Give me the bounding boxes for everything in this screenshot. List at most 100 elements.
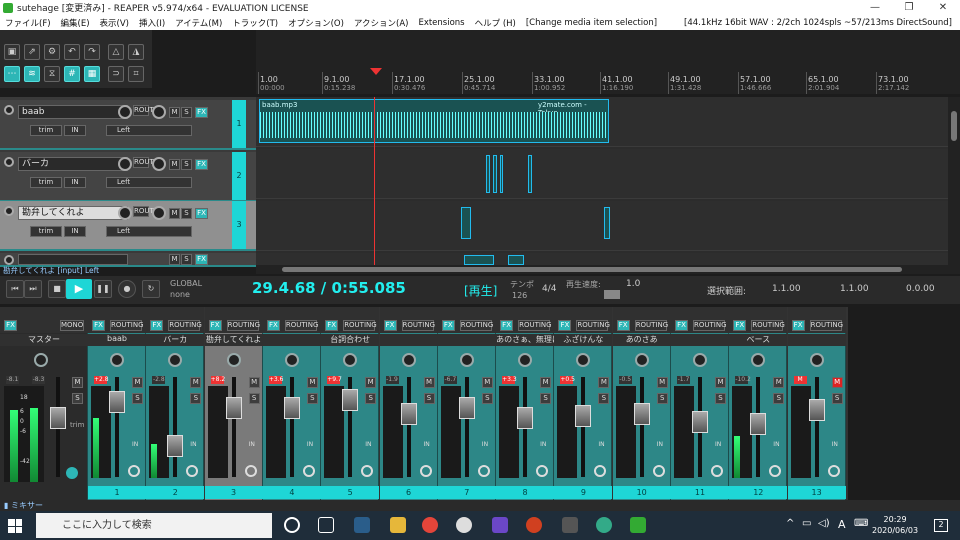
- app-icon[interactable]: [526, 517, 542, 533]
- volume-fader[interactable]: [692, 411, 708, 433]
- input-select[interactable]: Left: [106, 125, 192, 136]
- reaper-taskbar-icon[interactable]: [630, 517, 646, 533]
- solo-button[interactable]: S: [181, 107, 192, 118]
- tempo-value[interactable]: 126: [512, 291, 527, 300]
- mute-button[interactable]: M: [72, 377, 83, 388]
- pan-knob[interactable]: [34, 353, 48, 367]
- media-item[interactable]: [508, 255, 524, 265]
- solo-button[interactable]: S: [365, 393, 377, 404]
- menu-item[interactable]: アイテム(M): [170, 17, 227, 29]
- pan-knob[interactable]: [751, 353, 766, 367]
- media-item[interactable]: [493, 155, 497, 193]
- track-name[interactable]: [18, 254, 128, 265]
- mute-button[interactable]: M: [656, 377, 668, 388]
- menu-help[interactable]: ヘルプ (H): [470, 17, 521, 29]
- record-arm-icon[interactable]: [244, 465, 257, 477]
- restore-icon[interactable]: ❐: [892, 2, 926, 13]
- volume-fader[interactable]: [400, 403, 417, 425]
- steam-icon[interactable]: [354, 517, 370, 533]
- menu-view[interactable]: 表示(V): [95, 17, 134, 29]
- volume-fader[interactable]: [633, 403, 650, 425]
- fx-button[interactable]: FX: [441, 320, 455, 331]
- play-button[interactable]: ▶: [66, 279, 92, 299]
- input-button[interactable]: IN: [64, 226, 86, 237]
- routing-button[interactable]: ROUTING: [284, 320, 318, 331]
- ime-indicator[interactable]: A: [838, 518, 846, 531]
- envelope-icon[interactable]: ◮: [128, 44, 144, 60]
- fx-button[interactable]: FX: [266, 320, 280, 331]
- mute-button[interactable]: M: [169, 107, 180, 118]
- windows-start-icon[interactable]: [8, 519, 22, 533]
- automation-mode[interactable]: none: [170, 290, 190, 299]
- fx-button[interactable]: FX: [500, 320, 514, 331]
- media-item[interactable]: [528, 155, 532, 193]
- fx-button[interactable]: FX: [195, 159, 208, 170]
- tray-overflow-icon[interactable]: ^: [786, 518, 794, 529]
- pan-knob[interactable]: [152, 157, 166, 171]
- pan-knob[interactable]: [343, 353, 358, 367]
- vertical-scrollbar[interactable]: [948, 97, 960, 265]
- clock[interactable]: 20:29 2020/06/03: [872, 514, 918, 536]
- trim-button[interactable]: trim: [30, 177, 62, 188]
- media-player-icon[interactable]: [456, 517, 472, 533]
- pan-knob[interactable]: [401, 353, 416, 367]
- record-arm-icon[interactable]: [4, 255, 14, 265]
- music-app-icon[interactable]: [492, 517, 508, 533]
- input-select[interactable]: Left: [106, 177, 192, 188]
- time-signature[interactable]: 4/4: [542, 284, 556, 294]
- item-grouping-icon[interactable]: ▦: [84, 66, 100, 82]
- media-item[interactable]: [604, 207, 610, 239]
- selection-start[interactable]: 1.1.00: [772, 284, 801, 294]
- track-1[interactable]: baab ROUTE M S FX trim IN Left 1: [0, 100, 256, 150]
- mono-button[interactable]: MONO: [60, 320, 84, 331]
- record-arm-icon[interactable]: [652, 465, 665, 477]
- channel-strip-6[interactable]: FX ROUTING -1.9 M S IN 6: [379, 307, 438, 500]
- volume-fader[interactable]: [517, 407, 534, 429]
- record-arm-icon[interactable]: [536, 465, 549, 477]
- settings-icon[interactable]: [66, 467, 78, 479]
- channel-strip-8[interactable]: FX ROUTING あのさぁ、無理に +3.3 M S IN 8: [496, 307, 555, 500]
- routing-button[interactable]: ROUTING: [809, 320, 843, 331]
- mute-button[interactable]: M: [598, 377, 610, 388]
- pan-knob[interactable]: [168, 353, 183, 367]
- mute-button[interactable]: M: [306, 377, 318, 388]
- volume-fader[interactable]: [575, 405, 592, 427]
- mute-button[interactable]: M: [423, 377, 435, 388]
- volume-fader[interactable]: [225, 397, 242, 419]
- volume-knob[interactable]: [118, 206, 132, 220]
- fx-button[interactable]: FX: [383, 320, 397, 331]
- stop-icon[interactable]: ■: [48, 280, 66, 298]
- pause-icon[interactable]: ❚❚: [94, 280, 112, 298]
- fx-button[interactable]: FX: [208, 320, 222, 331]
- chrome-icon[interactable]: [422, 517, 438, 533]
- fx-button[interactable]: FX: [195, 107, 208, 118]
- record-arm-icon[interactable]: [594, 465, 607, 477]
- channel-strip-9[interactable]: FX ROUTING ふざけんな +0.5 M S IN 9: [554, 307, 613, 500]
- channel-strip-3[interactable]: FX ROUTING 勘弁してくれよ +8.2 M S IN 3: [204, 307, 263, 500]
- pan-knob[interactable]: [284, 353, 299, 367]
- routing-button[interactable]: ROUTING: [693, 320, 727, 331]
- routing-button[interactable]: ROUTING: [459, 320, 493, 331]
- app-icon[interactable]: [562, 517, 578, 533]
- media-item[interactable]: [464, 255, 494, 265]
- explorer-icon[interactable]: [390, 517, 406, 533]
- fx-button[interactable]: FX: [4, 320, 17, 331]
- scroll-thumb[interactable]: [951, 111, 957, 141]
- notification-icon[interactable]: 2: [934, 519, 948, 532]
- solo-button[interactable]: S: [481, 393, 493, 404]
- volume-fader[interactable]: [109, 391, 125, 413]
- solo-button[interactable]: S: [248, 393, 260, 404]
- solo-button[interactable]: S: [656, 393, 668, 404]
- channel-strip-12[interactable]: FX ROUTING ベース -10.2 M S IN 12: [729, 307, 788, 500]
- grid-lines-icon[interactable]: #: [64, 66, 80, 82]
- mute-button[interactable]: M: [481, 377, 493, 388]
- record-arm-icon[interactable]: [4, 206, 14, 216]
- input-select[interactable]: Left: [106, 226, 192, 237]
- routing-button[interactable]: ROUTING: [401, 320, 435, 331]
- solo-button[interactable]: S: [306, 393, 318, 404]
- trim-button[interactable]: trim: [30, 226, 62, 237]
- channel-strip-10[interactable]: FX ROUTING あのさあ -0.5 M S IN 10: [612, 307, 671, 500]
- record-icon[interactable]: ●: [118, 280, 136, 298]
- volume-fader[interactable]: [808, 399, 825, 421]
- taskbar-search[interactable]: ここに入力して検索: [36, 513, 272, 538]
